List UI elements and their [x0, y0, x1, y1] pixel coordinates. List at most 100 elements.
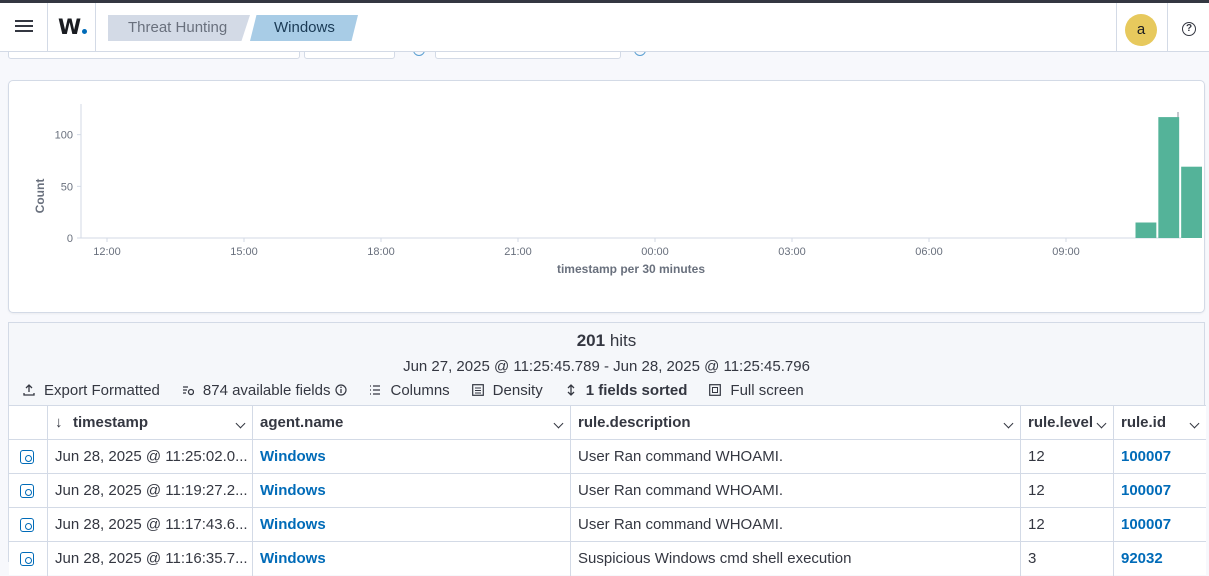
rule-id-link[interactable]: 100007	[1113, 474, 1206, 508]
header-spacer	[9, 406, 47, 440]
timestamp-cell: Jun 28, 2025 @ 11:25:02.0...	[47, 440, 252, 474]
column-header-timestamp[interactable]: ↓ timestamp	[47, 406, 252, 440]
histogram-bar	[1181, 166, 1202, 238]
column-header-rule-level[interactable]: rule.level	[1020, 406, 1113, 440]
info-icon[interactable]	[413, 52, 425, 56]
table-row: Jun 28, 2025 @ 11:17:43.6... Windows Use…	[9, 507, 1206, 542]
y-tick-label: 50	[61, 181, 73, 193]
rule-description-cell: User Ran command WHOAMI.	[570, 508, 1020, 542]
rule-description-cell: User Ran command WHOAMI.	[570, 474, 1020, 508]
agent-name-link[interactable]: Windows	[252, 508, 570, 542]
help-icon[interactable]: ?	[1182, 22, 1196, 36]
info-icon[interactable]	[634, 52, 646, 56]
user-avatar[interactable]: a	[1125, 14, 1157, 46]
available-fields-label: 874 available fields	[202, 381, 331, 399]
column-header-label: rule.level	[1028, 414, 1094, 431]
histogram-bar	[1135, 222, 1157, 238]
inspect-cell[interactable]	[9, 542, 47, 576]
data-grid-toolbar: Export Formatted 874 available fields Co…	[23, 380, 826, 400]
column-header-rule-description[interactable]: rule.description	[570, 406, 1020, 440]
sort-fields-button[interactable]: 1 fields sorted	[565, 381, 688, 399]
column-header-rule-id[interactable]: rule.id	[1113, 406, 1206, 440]
sort-label: 1 fields sorted	[585, 381, 688, 399]
hamburger-menu-icon[interactable]	[14, 17, 34, 37]
column-header-label: rule.description	[578, 414, 691, 431]
histogram-panel: 0 50 100 12:00 15:00 18:00 21:00 00:00 03:00 06:0…	[8, 80, 1205, 313]
y-tick-label: 0	[67, 233, 73, 245]
app-logo[interactable]: W	[58, 15, 88, 39]
x-tick-label: 06:00	[915, 246, 943, 258]
divider	[47, 3, 48, 51]
table-row: Jun 28, 2025 @ 11:16:35.7... Windows Sus…	[9, 541, 1206, 576]
density-label: Density	[492, 381, 543, 399]
chevron-down-icon[interactable]	[553, 418, 564, 429]
inspect-document-icon[interactable]	[20, 518, 34, 532]
info-icon	[335, 384, 348, 396]
rule-description-cell: User Ran command WHOAMI.	[570, 440, 1020, 474]
filter-button[interactable]	[304, 52, 395, 59]
breadcrumb-windows[interactable]: Windows	[250, 15, 358, 41]
date-picker[interactable]	[435, 52, 621, 59]
agent-name-link[interactable]: Windows	[252, 474, 570, 508]
hits-summary: 201 hits	[9, 331, 1204, 351]
time-range: Jun 27, 2025 @ 11:25:45.789 - Jun 28, 20…	[403, 358, 810, 375]
density-button[interactable]: Density	[471, 381, 543, 399]
rule-level-cell: 12	[1020, 440, 1113, 474]
chevron-down-icon[interactable]	[235, 418, 246, 429]
chevron-down-icon[interactable]	[1189, 418, 1200, 429]
inspect-cell[interactable]	[9, 474, 47, 508]
divider	[1116, 3, 1117, 51]
inspect-cell[interactable]	[9, 508, 47, 542]
column-header-label: rule.id	[1121, 414, 1167, 431]
filter-bar	[0, 52, 1209, 70]
rule-level-cell: 12	[1020, 474, 1113, 508]
columns-icon	[370, 385, 381, 395]
table-row: Jun 28, 2025 @ 11:19:27.2... Windows Use…	[9, 473, 1206, 508]
inspect-document-icon[interactable]	[20, 484, 34, 498]
rule-id-link[interactable]: 92032	[1113, 542, 1206, 576]
y-axis-label: Count	[33, 179, 47, 214]
histogram-bar	[1158, 117, 1180, 238]
x-tick-label: 00:00	[641, 246, 669, 258]
x-axis-label: timestamp per 30 minutes	[557, 262, 705, 276]
histogram-chart: 0 50 100 12:00 15:00 18:00 21:00 00:00 03:00 06:0…	[33, 104, 1202, 276]
export-label: Export Formatted	[44, 381, 160, 399]
full-screen-icon	[709, 384, 722, 396]
inspect-document-icon[interactable]	[20, 552, 34, 566]
x-tick-label: 09:00	[1052, 246, 1080, 258]
sort-descending-icon: ↓	[55, 414, 63, 431]
hits-count: 201	[576, 331, 606, 350]
column-header-agent-name[interactable]: agent.name	[252, 406, 570, 440]
rule-level-cell: 3	[1020, 542, 1113, 576]
available-fields-button[interactable]: 874 available fields	[182, 382, 348, 399]
columns-button[interactable]: Columns	[369, 382, 450, 399]
chevron-down-icon[interactable]	[1096, 418, 1107, 429]
inspect-cell[interactable]	[9, 440, 47, 474]
x-tick-label: 12:00	[93, 246, 121, 258]
inspect-document-icon[interactable]	[20, 450, 34, 464]
rule-level-cell: 12	[1020, 508, 1113, 542]
full-screen-button[interactable]: Full screen	[709, 381, 804, 399]
rule-id-link[interactable]: 100007	[1113, 508, 1206, 542]
timestamp-cell: Jun 28, 2025 @ 11:17:43.6...	[47, 508, 252, 542]
x-tick-label: 18:00	[367, 246, 395, 258]
timestamp-cell: Jun 28, 2025 @ 11:19:27.2...	[47, 474, 252, 508]
x-tick-label: 21:00	[504, 246, 532, 258]
x-tick-label: 03:00	[778, 246, 806, 258]
export-formatted-button[interactable]: Export Formatted	[23, 382, 160, 399]
hits-label: hits	[609, 331, 637, 350]
timestamp-cell: Jun 28, 2025 @ 11:16:35.7...	[47, 542, 252, 576]
top-navigation-bar: W Threat Hunting Windows a ?	[0, 0, 1209, 52]
query-input[interactable]	[8, 52, 300, 59]
agent-name-link[interactable]: Windows	[252, 542, 570, 576]
fields-icon	[182, 386, 194, 396]
export-icon	[23, 384, 35, 396]
full-screen-label: Full screen	[730, 381, 804, 399]
x-tick-label: 15:00	[230, 246, 258, 258]
density-icon	[471, 384, 484, 396]
divider	[1167, 3, 1168, 51]
chevron-down-icon[interactable]	[1003, 418, 1014, 429]
rule-id-link[interactable]: 100007	[1113, 440, 1206, 474]
agent-name-link[interactable]: Windows	[252, 440, 570, 474]
breadcrumb-threat-hunting[interactable]: Threat Hunting	[108, 15, 250, 41]
